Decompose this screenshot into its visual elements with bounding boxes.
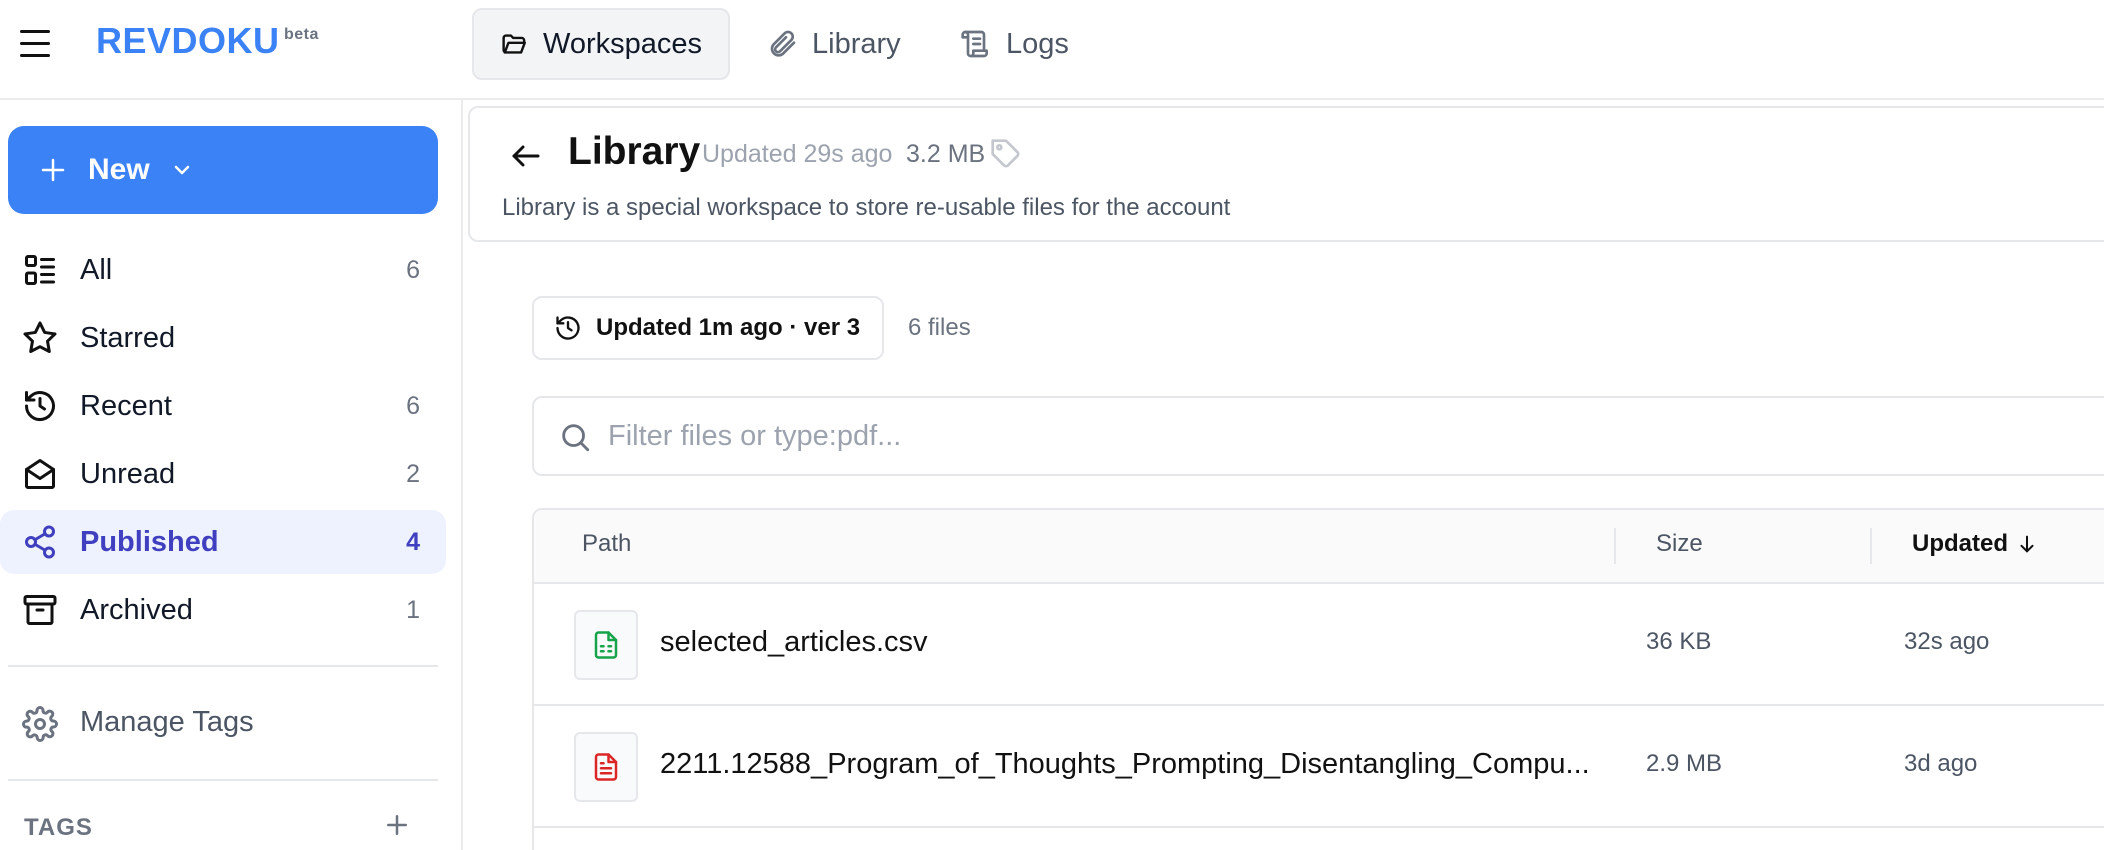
manage-tags-button[interactable]: Manage Tags: [0, 696, 446, 752]
manage-tags-label: Manage Tags: [80, 706, 254, 738]
sidebar-item-label: Unread: [80, 457, 176, 490]
file-size: 36 KB: [1646, 628, 1712, 655]
sidebar-item-count: 1: [406, 595, 420, 624]
column-updated-label: Updated: [1912, 530, 2008, 557]
sidebar-item-published[interactable]: Published 4: [0, 510, 446, 574]
star-icon: [23, 321, 57, 353]
tag-icon[interactable]: [990, 138, 1022, 170]
new-button-label: New: [88, 153, 150, 186]
file-updated: 3d ago: [1904, 750, 1978, 777]
plus-icon: [41, 158, 65, 182]
sidebar-item-recent[interactable]: Recent 6: [0, 374, 446, 438]
gear-icon: [22, 706, 58, 742]
files-table: Path Size Updated selected_articles.csv …: [532, 508, 2104, 850]
history-icon: [556, 316, 580, 340]
sidebar-item-unread[interactable]: Unread 2: [0, 442, 446, 506]
paperclip-icon: [770, 30, 796, 57]
tab-library[interactable]: Library: [740, 8, 927, 80]
sidebar-item-label: All: [80, 253, 113, 286]
sidebar-item-archived[interactable]: Archived 1: [0, 578, 446, 642]
file-name[interactable]: 2211.12588_Program_of_Thoughts_Prompting…: [660, 748, 1590, 781]
table-header: Path Size Updated: [534, 510, 2104, 584]
new-button[interactable]: New: [8, 126, 438, 214]
share-icon: [25, 525, 55, 559]
sidebar-item-all[interactable]: All 6: [0, 238, 446, 302]
divider: [8, 665, 438, 667]
sidebar-item-count: 2: [406, 459, 420, 488]
library-header: Library Updated 29s ago 3.2 MB Library i…: [468, 106, 2104, 242]
tab-label: Workspaces: [542, 27, 702, 60]
search-input[interactable]: [608, 412, 1908, 460]
column-size[interactable]: Size: [1656, 530, 1703, 558]
tab-logs[interactable]: Logs: [934, 8, 1095, 80]
search-icon: [562, 424, 590, 452]
sidebar-item-count: 6: [406, 255, 420, 284]
file-count: 6 files: [908, 314, 971, 341]
file-name[interactable]: selected_articles.csv: [660, 626, 928, 659]
top-bar: REVDOKU beta Workspaces Library Logs: [0, 0, 2104, 100]
sidebar-item-label: Starred: [80, 321, 176, 354]
file-updated: 32s ago: [1904, 628, 1990, 655]
back-arrow-icon[interactable]: [508, 136, 544, 176]
tab-label: Logs: [1006, 27, 1069, 60]
sidebar-item-starred[interactable]: Starred: [0, 306, 446, 370]
app-logo[interactable]: REVDOKU: [96, 20, 280, 62]
sidebar-item-label: Published: [80, 525, 219, 558]
archive-icon: [23, 595, 57, 625]
divider: [8, 779, 438, 781]
menu-icon[interactable]: [18, 28, 54, 60]
scroll-icon: [961, 30, 988, 58]
sidebar-item-count: 4: [406, 527, 420, 556]
table-row[interactable]: 2211.12588_Program_of_Thoughts_Prompting…: [534, 706, 2104, 828]
search-box: [532, 396, 2104, 476]
add-tag-icon[interactable]: [382, 808, 412, 842]
list-icon: [25, 255, 55, 285]
beta-badge: beta: [284, 26, 319, 43]
column-divider: [1870, 528, 1872, 564]
sort-descending-icon: [2020, 535, 2034, 553]
csv-file-icon: [574, 610, 638, 680]
sidebar-item-label: Recent: [80, 389, 172, 422]
table-row[interactable]: selected_articles.csv 36 KB 32s ago: [534, 584, 2104, 706]
history-icon: [25, 391, 55, 422]
tab-label: Library: [812, 27, 901, 60]
mail-open-icon: [25, 459, 55, 489]
library-description: Library is a special workspace to store …: [502, 194, 1231, 221]
sidebar-item-label: Archived: [80, 593, 193, 626]
file-size: 2.9 MB: [1646, 750, 1723, 777]
tab-workspaces[interactable]: Workspaces: [472, 8, 730, 80]
updated-time: Updated 29s ago: [702, 140, 893, 168]
library-size: 3.2 MB: [906, 140, 986, 168]
page-title: Library: [568, 130, 701, 173]
column-path[interactable]: Path: [582, 530, 631, 558]
column-updated[interactable]: Updated: [1912, 530, 2038, 558]
sidebar-item-count: 6: [406, 391, 420, 420]
version-history-button[interactable]: Updated 1m ago · ver 3: [532, 296, 884, 360]
tags-header: TAGS: [24, 814, 93, 841]
chevron-down-icon: [174, 165, 189, 175]
column-divider: [1614, 528, 1616, 564]
folder-open-icon: [502, 34, 526, 54]
pdf-file-icon: [574, 732, 638, 802]
version-label: Updated 1m ago · ver 3: [596, 314, 861, 341]
